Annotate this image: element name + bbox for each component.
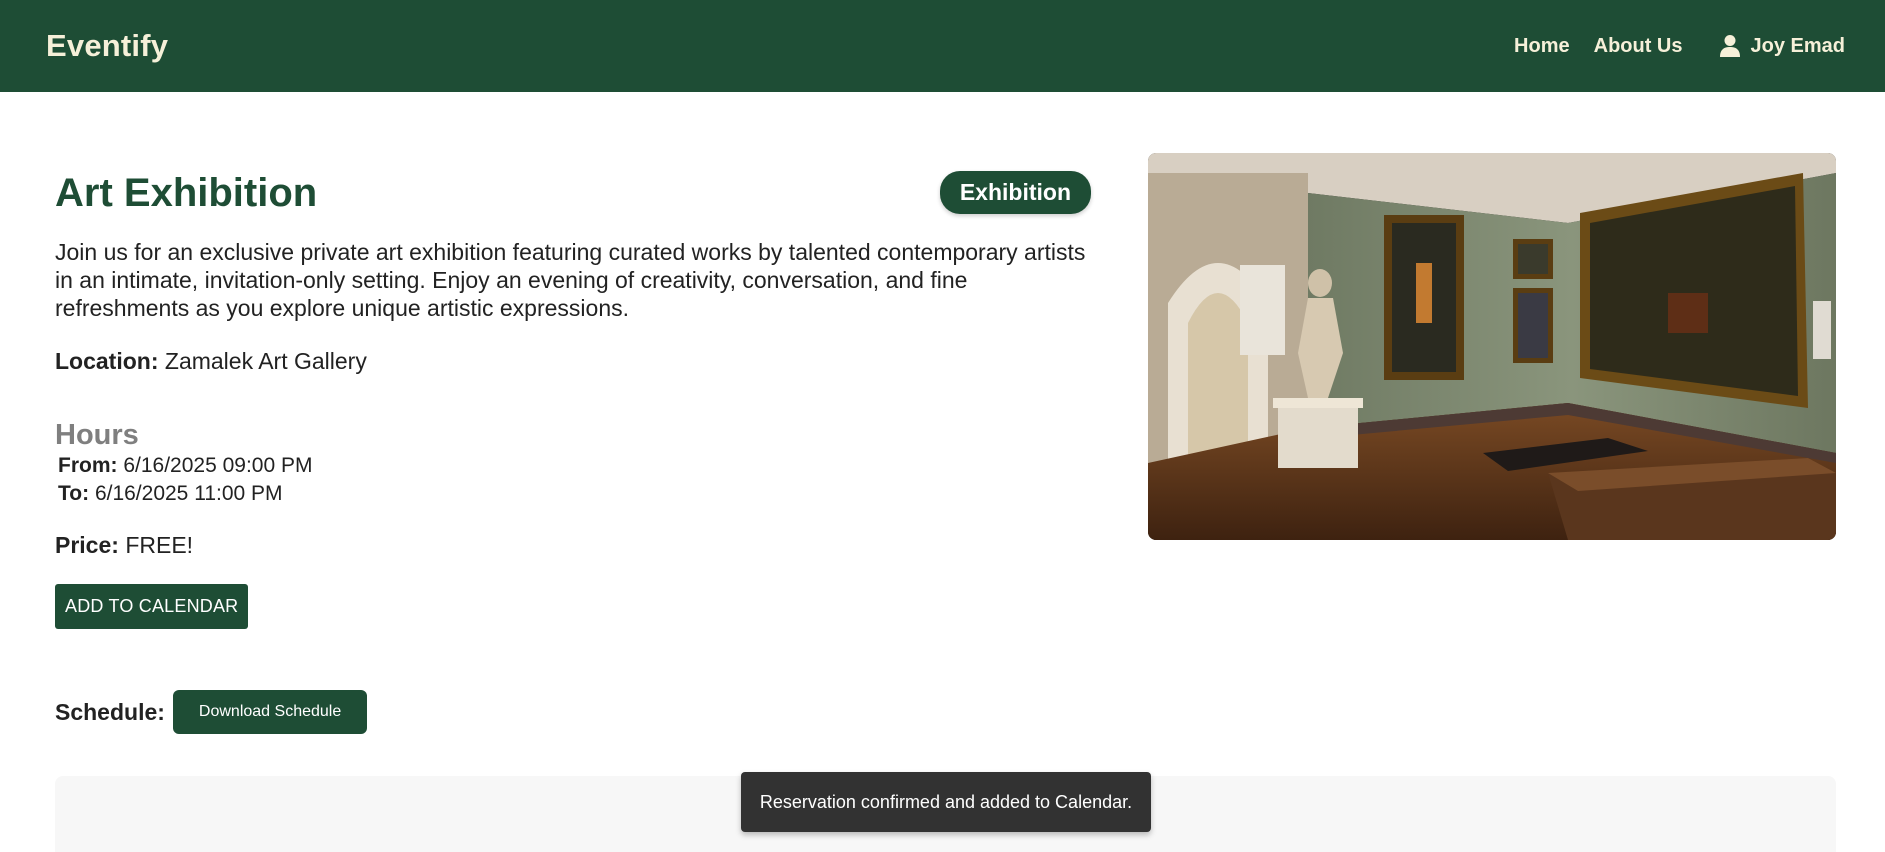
nav-link-about-us[interactable]: About Us	[1594, 35, 1683, 58]
location-label: Location:	[55, 348, 159, 374]
gallery-photo	[1148, 153, 1836, 540]
to-value: 6/16/2025 11:00 PM	[94, 482, 283, 505]
schedule-label: Schedule:	[55, 698, 165, 725]
event-location: Location: Zamalek Art Gallery	[55, 348, 1089, 375]
brand-logo[interactable]: Eventify	[46, 28, 168, 64]
category-badge: Exhibition	[939, 171, 1091, 214]
event-image	[1148, 153, 1836, 540]
person-icon	[1719, 35, 1740, 57]
nav-link-home[interactable]: Home	[1514, 35, 1570, 58]
hours-to: To: 6/16/2025 11:00 PM	[58, 480, 1089, 508]
hours-heading: Hours	[55, 419, 139, 451]
toast-notification: Reservation confirmed and added to Calen…	[741, 772, 1151, 832]
from-label: From:	[58, 454, 118, 477]
top-navbar: Eventify Home About Us Joy Emad	[0, 0, 1885, 92]
from-value: 6/16/2025 09:00 PM	[123, 454, 313, 477]
user-menu[interactable]: Joy Emad	[1719, 34, 1845, 58]
user-name: Joy Emad	[1750, 34, 1845, 57]
event-details: Art Exhibition Exhibition Join us for an…	[55, 152, 1091, 734]
nav-links: Home About Us Joy Emad	[1490, 34, 1845, 58]
to-label: To:	[58, 482, 90, 505]
schedule-row: Schedule: Download Schedule	[55, 690, 1089, 734]
title-row: Art Exhibition Exhibition	[55, 170, 1091, 215]
event-price: Price: FREE!	[55, 532, 1089, 559]
hours-from: From: 6/16/2025 09:00 PM	[58, 452, 1089, 480]
location-value: Zamalek Art Gallery	[164, 348, 367, 374]
price-label: Price:	[55, 532, 119, 558]
price-value: FREE!	[125, 532, 194, 558]
add-to-calendar-button[interactable]: ADD TO CALENDAR	[55, 584, 249, 629]
event-description: Join us for an exclusive private art exh…	[55, 239, 1086, 321]
event-title: Art Exhibition	[55, 170, 318, 215]
download-schedule-button[interactable]: Download Schedule	[172, 690, 368, 734]
